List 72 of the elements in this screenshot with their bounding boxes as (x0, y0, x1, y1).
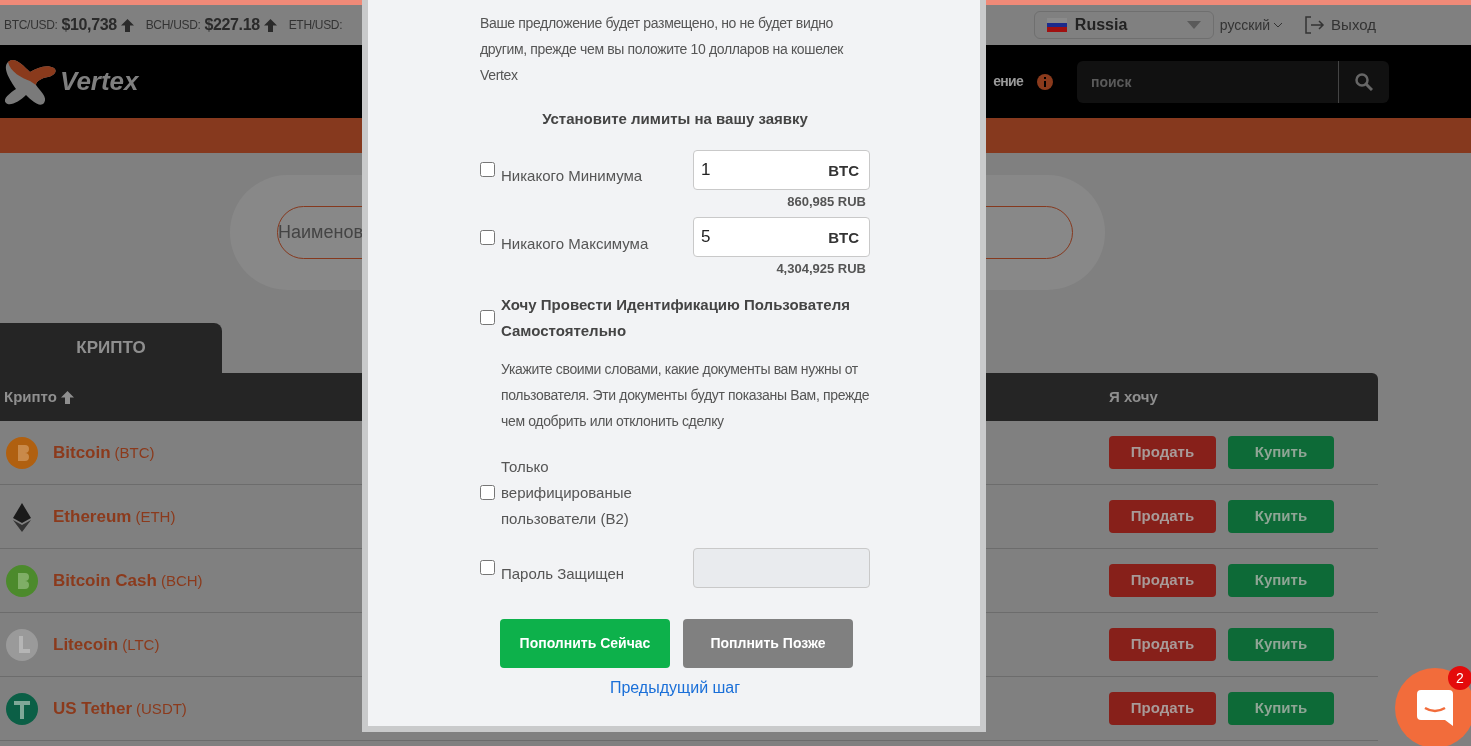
sell-button[interactable]: Продать (1109, 436, 1216, 469)
logout-button[interactable]: Выход (1303, 13, 1376, 37)
chat-icon (1417, 690, 1453, 726)
ticker-price: $227.18 (204, 15, 260, 35)
buy-button[interactable]: Купить (1228, 500, 1334, 533)
intro-text: Ваше предложение будет размещено, но не будет видно другим, прежде чем вы положите 10 долларов на кошелек Vertex (480, 14, 845, 85)
checkbox[interactable] (480, 229, 495, 245)
converted-amount: 4,304,925 RUB (776, 260, 866, 278)
bitcoin-icon (6, 436, 38, 469)
notification-badge: 2 (1448, 666, 1471, 690)
checkbox-label: Только верифицированые пользователи (B2) (501, 456, 633, 529)
column-header: Я хочу (1109, 386, 1158, 407)
russia-flag-icon (1046, 18, 1067, 32)
deposit-now-button[interactable]: Пополнить Сейчас (500, 618, 670, 668)
column-header[interactable]: Крипто (4, 385, 57, 409)
up-arrow-icon (263, 18, 277, 32)
ticker-pair: ETH/USD: (288, 17, 343, 34)
sell-button[interactable]: Продать (1109, 692, 1216, 725)
coin-icon (6, 692, 38, 725)
tab[interactable]: КРИПТО (0, 323, 222, 373)
previous-step-link[interactable]: Предыдущий шаг (609, 678, 741, 696)
crypto-symbol: (USDT) (136, 698, 187, 719)
search-field[interactable]: поиск (1077, 60, 1338, 103)
converted-amount: 860,985 RUB (787, 192, 866, 211)
crypto-symbol: (BCH) (160, 570, 203, 591)
info-icon (1037, 73, 1053, 90)
crypto-symbol: (ETH) (135, 506, 176, 527)
search-button[interactable] (1339, 60, 1389, 103)
crypto-name-link[interactable]: Bitcoin (53, 439, 111, 466)
logo-text: Vertex (60, 65, 139, 98)
ticker-price: $10,738 (61, 15, 117, 35)
crypto-name-link[interactable]: Litecoin (53, 631, 119, 658)
currency-unit: BTC (828, 160, 859, 181)
limits-title: Установите лимиты на вашу заявку (541, 109, 809, 129)
chevron-down-icon (1273, 22, 1284, 28)
up-arrow-icon (120, 18, 134, 32)
bitcoin-icon (6, 564, 38, 597)
checkbox-label: Хочу Провести Идентификацию Пользователя Самостоятельно (501, 294, 851, 341)
logout-icon (1303, 15, 1326, 35)
sort-arrow-icon (60, 390, 74, 404)
buy-button[interactable]: Купить (1228, 692, 1334, 725)
coin-icon (6, 628, 38, 661)
crypto-name-link[interactable]: US Tether (53, 695, 133, 722)
nav-link[interactable]: ение (993, 71, 1023, 92)
checkbox-label: Никакого Минимума (501, 166, 644, 187)
checkbox-label: Никакого Максимума (501, 233, 650, 254)
checkbox[interactable] (480, 560, 495, 575)
crypto-name-link[interactable]: Ethereum (53, 503, 132, 530)
sell-button[interactable]: Продать (1109, 500, 1216, 533)
search-icon (1355, 72, 1373, 91)
crypto-name-link[interactable]: Bitcoin Cash (53, 567, 157, 594)
checkbox-label: Пароль Защищен (501, 564, 626, 585)
language-select[interactable]: русский (1219, 14, 1284, 36)
checkbox[interactable] (480, 162, 495, 177)
crypto-symbol: (LTC) (122, 634, 160, 655)
deposit-later-button[interactable]: Поплнить Позже (683, 618, 853, 668)
ticker-pair: BCH/USD: (145, 17, 201, 34)
crypto-symbol: (BTC) (114, 442, 155, 463)
password-field[interactable] (693, 547, 870, 588)
checkbox[interactable] (480, 310, 495, 325)
currency-unit: BTC (828, 228, 859, 248)
dropdown-icon (1186, 21, 1201, 29)
ticker-pair: BTC/USD: (4, 17, 58, 34)
buy-button[interactable]: Купить (1228, 436, 1334, 469)
buy-button[interactable]: Купить (1228, 564, 1334, 597)
sell-button[interactable]: Продать (1109, 564, 1216, 597)
sell-button[interactable]: Продать (1109, 628, 1216, 661)
description-text: Укажите своими словами, какие документы вам нужны от пользователя. Эти документы будут показаны Вам, прежде чем одобрить или отклонить сделку (501, 359, 870, 431)
buy-button[interactable]: Купить (1228, 628, 1334, 661)
checkbox[interactable] (480, 485, 495, 500)
chat-button[interactable] (1395, 668, 1471, 746)
country-select[interactable]: Russia (1033, 11, 1214, 39)
